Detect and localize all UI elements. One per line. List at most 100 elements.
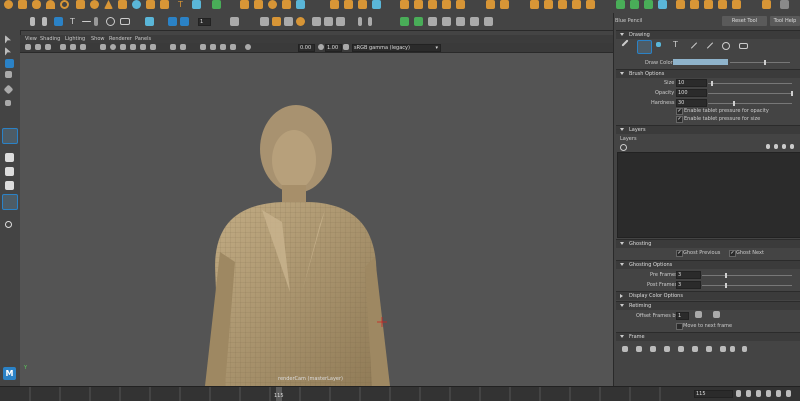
offset-frames-field[interactable]: 1 (676, 312, 689, 320)
color-management-icon[interactable] (343, 44, 349, 50)
nurbs-cylinder-icon[interactable] (160, 0, 169, 9)
frame-paste-icon[interactable] (706, 346, 712, 352)
pre-frames-slider[interactable] (702, 275, 792, 276)
circle-tool-icon[interactable] (106, 17, 115, 26)
connect-icon[interactable] (456, 0, 465, 9)
post-frames-field[interactable]: 3 (676, 281, 701, 289)
collapse-icon[interactable] (500, 0, 509, 9)
size-slider[interactable] (708, 83, 792, 84)
layers-list[interactable] (617, 152, 800, 238)
frame-next-key-icon[interactable] (742, 346, 747, 352)
multi-cut-icon[interactable] (400, 0, 409, 9)
time-slider[interactable]: 115 115 (0, 386, 800, 401)
frame-delete-icon[interactable] (720, 346, 726, 352)
blue-pencil-icon[interactable] (2, 128, 18, 144)
magnify-icon[interactable] (5, 221, 12, 228)
layout-uv-icon[interactable] (616, 0, 625, 9)
layout-view-icon[interactable] (2, 194, 18, 210)
cube-icon[interactable] (18, 0, 27, 9)
menu-show[interactable]: Show (91, 36, 105, 42)
character-model[interactable] (20, 52, 613, 386)
target-weld-icon[interactable] (414, 0, 423, 9)
render-settings-icon[interactable] (284, 17, 293, 26)
xray-icon[interactable] (170, 44, 176, 50)
reset-tool-button[interactable]: Reset Tool (722, 16, 767, 26)
brush-icon[interactable] (637, 40, 652, 54)
mirror-icon[interactable] (296, 0, 305, 9)
edge-loop-icon[interactable] (428, 0, 437, 9)
copy-icon[interactable] (312, 17, 321, 26)
text-curve-icon[interactable]: T (178, 0, 187, 9)
paint-select-icon-left[interactable] (5, 59, 14, 68)
bridge-icon[interactable] (344, 0, 353, 9)
sew-uv-icon[interactable] (586, 0, 595, 9)
move-icon[interactable] (5, 71, 12, 78)
cut-uv-icon[interactable] (572, 0, 581, 9)
ellipse-draw-icon[interactable] (722, 42, 730, 50)
menu-view[interactable]: View (25, 36, 37, 42)
pre-frames-field[interactable]: 3 (676, 271, 701, 279)
shadows-icon[interactable] (150, 44, 156, 50)
gamma-icon[interactable] (318, 44, 324, 50)
disc-icon[interactable] (90, 0, 99, 9)
sphere-icon[interactable] (4, 0, 13, 9)
texel-density-icon[interactable] (644, 0, 653, 9)
history-icon[interactable] (230, 17, 239, 26)
plane-icon[interactable] (76, 0, 85, 9)
snap-curve-icon[interactable] (168, 17, 177, 26)
resolution-gate-icon[interactable] (80, 44, 86, 50)
retime-insert-icon[interactable] (695, 311, 702, 318)
arrow-tool-icon[interactable] (94, 17, 98, 26)
opacity-slider-knob[interactable] (791, 91, 793, 96)
separate-icon[interactable] (254, 0, 263, 9)
rect-draw-icon[interactable] (739, 43, 748, 49)
lasso-icon[interactable] (5, 47, 11, 56)
cone-icon[interactable] (46, 0, 55, 9)
outliner-icon[interactable] (484, 17, 493, 26)
pre-frames-knob[interactable] (725, 273, 727, 278)
render-setup-icon[interactable] (676, 0, 685, 9)
svg-icon[interactable] (192, 0, 201, 9)
uv-shell-icon[interactable] (658, 0, 667, 9)
ghost-previous-checkbox[interactable]: ✓ (676, 250, 683, 257)
hardness-slider-knob[interactable] (733, 101, 735, 106)
step-back-icon[interactable] (746, 390, 751, 397)
select-tool-icon[interactable] (30, 17, 35, 26)
boolean-icon[interactable] (282, 0, 291, 9)
ambient-occlusion-icon[interactable] (200, 44, 206, 50)
graph-editor-icon[interactable] (470, 17, 479, 26)
grid-icon[interactable] (212, 0, 221, 9)
wireframe-on-shaded-icon[interactable] (120, 44, 126, 50)
smooth-shade-icon[interactable] (110, 44, 116, 50)
depth-of-field-icon[interactable] (230, 44, 236, 50)
insert-edge-icon[interactable] (486, 0, 495, 9)
gamma-field[interactable]: 1.00 (325, 44, 342, 52)
ipr-icon[interactable] (718, 0, 727, 9)
hardness-field[interactable]: 30 (676, 99, 707, 107)
menu-panels[interactable]: Panels (135, 36, 151, 42)
step-forward-icon[interactable] (776, 390, 781, 397)
render-frame-icon[interactable] (260, 17, 269, 26)
delete-icon[interactable] (336, 17, 345, 26)
layers-section-header[interactable]: Layers (616, 125, 800, 134)
ghosting-options-section-header[interactable]: Ghosting Options (616, 260, 800, 269)
retiming-section-header[interactable]: Retiming (616, 301, 800, 310)
attribute-icon[interactable] (428, 17, 437, 26)
render-view-icon[interactable] (704, 0, 713, 9)
frame-prev-key-icon[interactable] (730, 346, 735, 352)
frame-next-icon[interactable] (368, 17, 372, 26)
frame-cut-icon[interactable] (678, 346, 684, 352)
snap-together-icon[interactable] (400, 17, 409, 26)
pressure-size-checkbox[interactable]: ✓ (676, 116, 683, 123)
opacity-slider[interactable] (708, 93, 792, 94)
play-forward-icon[interactable] (766, 390, 771, 397)
film-gate-icon[interactable] (70, 44, 76, 50)
eraser-icon[interactable] (656, 42, 661, 47)
current-frame-field[interactable]: 115 (694, 390, 733, 398)
rectangle-tool-icon[interactable] (120, 18, 130, 25)
draw-color-swatch[interactable] (673, 59, 728, 65)
anti-alias-icon[interactable] (220, 44, 226, 50)
single-view-icon[interactable] (5, 153, 14, 162)
camera-icon[interactable] (762, 0, 771, 9)
nurbs-cube-icon[interactable] (146, 0, 155, 9)
